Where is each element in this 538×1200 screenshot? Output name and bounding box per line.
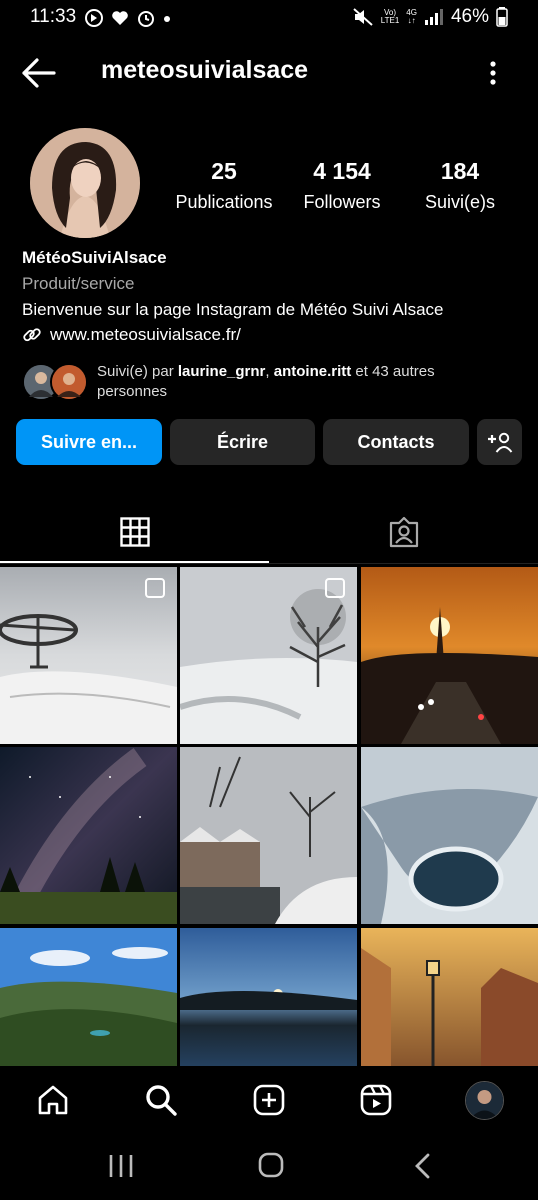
reels-icon [360,1084,392,1116]
post-image [361,747,538,924]
mutual-followers-text[interactable]: Suivi(e) par laurine_grnr, antoine.ritt … [97,362,497,402]
nav-create[interactable] [249,1080,289,1120]
post-image [180,567,357,744]
contacts-button[interactable]: Contacts [323,419,469,465]
avatar-image [30,128,140,238]
tab-tagged[interactable] [269,505,538,559]
website-url: www.meteosuivialsace.fr/ [50,325,241,344]
signal-icon [424,9,443,25]
profile-username: meteosuivialsace [101,56,309,84]
website-link[interactable]: www.meteosuivialsace.fr/ [22,325,241,345]
follow-button[interactable]: Suivre en... [16,419,162,465]
more-icon[interactable] [482,58,504,88]
search-icon [146,1085,177,1116]
suggested-users-button[interactable] [477,419,522,465]
post-image [0,567,177,744]
back-nav-icon[interactable] [412,1152,434,1180]
post-thumbnail[interactable] [0,567,177,744]
battery-percent: 46% [450,6,489,27]
post-thumbnail[interactable] [180,747,357,924]
stat-following[interactable]: 184 Suivi(e)s [390,158,530,213]
mutual-user[interactable]: antoine.ritt [274,363,352,380]
active-tab-indicator [0,561,269,563]
notification-icons [84,8,172,28]
link-icon [23,328,41,342]
volte-indicator: Vo) LTE1 [380,8,400,25]
home-button-icon[interactable] [257,1151,285,1179]
mutual-avatar-image [52,365,86,399]
post-image [0,747,177,924]
post-thumbnail[interactable] [361,567,538,744]
nav-profile[interactable] [465,1081,504,1120]
status-right: Vo) LTE1 4G ↓↑ 46% [352,6,508,28]
profile-bio: Bienvenue sur la page Instagram de Météo… [22,300,444,319]
tab-grid[interactable] [0,505,269,559]
tagged-icon [389,516,418,548]
stat-label: Suivi(e)s [424,192,495,212]
back-arrow-icon[interactable] [20,56,58,90]
profile-avatar-small [466,1082,503,1119]
message-button[interactable]: Écrire [170,419,315,465]
status-time: 11:33 [30,6,77,27]
nav-search[interactable] [141,1080,181,1120]
nav-reels[interactable] [356,1080,396,1120]
heart-icon [112,11,128,25]
grid-icon [119,517,150,547]
profile-category: Produit/service [22,274,135,293]
post-image [361,567,538,744]
mutual-avatar[interactable] [50,363,88,401]
mutual-user[interactable]: laurine_grnr [178,363,266,380]
post-image [180,747,357,924]
status-bar: 11:33 Vo) LTE1 4G ↓↑ 46% [0,0,538,34]
alarm-icon [138,11,154,27]
battery-icon [496,7,508,27]
post-thumbnail[interactable] [361,747,538,924]
home-icon [38,1085,68,1115]
tab-divider [0,563,538,564]
post-thumbnail[interactable] [0,747,177,924]
notification-icon [85,9,103,27]
dot-icon [164,16,170,22]
create-icon [253,1084,285,1116]
nav-home[interactable] [33,1080,73,1120]
network-type: 4G ↓↑ [406,8,417,25]
add-person-icon [487,432,512,453]
post-thumbnail[interactable] [180,567,357,744]
recent-apps-icon[interactable] [108,1153,134,1179]
display-name: MétéoSuiviAlsace [22,248,167,267]
mute-icon [353,8,373,26]
stat-value: 184 [440,158,480,184]
profile-avatar[interactable] [30,128,140,238]
